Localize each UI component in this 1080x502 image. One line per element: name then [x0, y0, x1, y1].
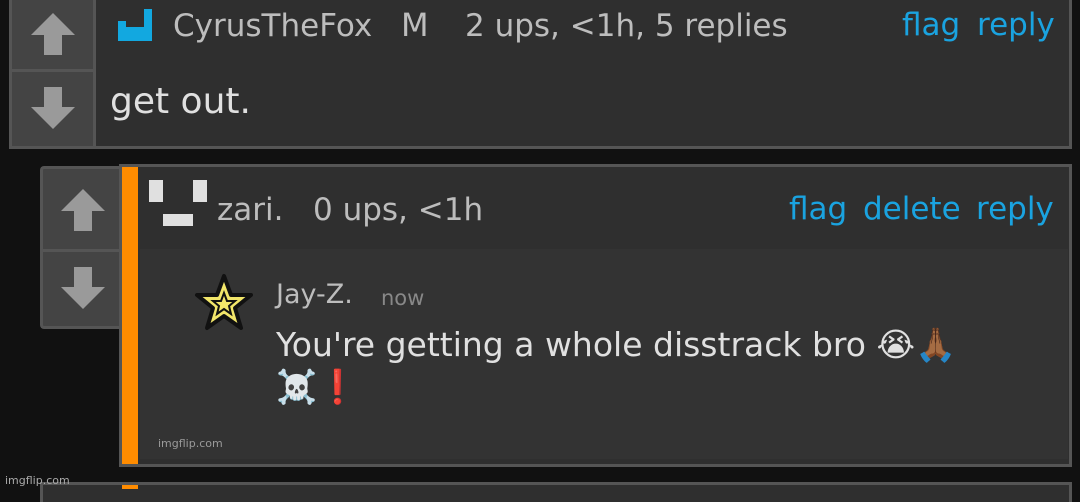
delete-link[interactable]: delete: [863, 191, 961, 227]
reply-link[interactable]: reply: [977, 7, 1055, 43]
comment-stats: 0 ups, <1h: [313, 192, 484, 228]
meme-time: now: [381, 286, 425, 310]
comment-text: get out.: [110, 81, 251, 122]
star-avatar-icon: [195, 274, 253, 330]
reply-card: zari. 0 ups, <1h flag delete reply Jay-Z…: [119, 164, 1072, 467]
vote-column: [40, 166, 122, 329]
image-credit: imgflip.com: [158, 437, 223, 450]
downvote-button[interactable]: [43, 252, 122, 326]
meme-text-line1: You're getting a whole disstrack bro 😭🙏🏾: [276, 325, 957, 364]
reply-accent-bar: [122, 167, 138, 464]
meme-name: Jay-Z.: [276, 279, 353, 310]
arrow-down-icon: [60, 267, 105, 309]
username[interactable]: CyrusTheFox: [173, 8, 372, 44]
upvote-button[interactable]: [43, 169, 122, 249]
user-avatar-icon[interactable]: [147, 178, 209, 228]
arrow-up-icon: [60, 189, 105, 231]
upvote-button[interactable]: [12, 0, 93, 69]
vote-column: [12, 0, 96, 146]
downvote-button[interactable]: [12, 72, 93, 146]
imgflip-watermark: imgflip.com: [5, 474, 70, 487]
arrow-down-icon: [30, 87, 75, 129]
comment-stats: 2 ups, <1h, 5 replies: [465, 8, 788, 44]
arrow-up-icon: [30, 13, 75, 55]
username[interactable]: zari.: [217, 192, 283, 228]
flag-link[interactable]: flag: [789, 191, 847, 227]
flag-link[interactable]: flag: [902, 7, 960, 43]
reply-link[interactable]: reply: [976, 191, 1054, 227]
mod-badge: M: [401, 6, 429, 44]
comment-image[interactable]: Jay-Z. now You're getting a whole disstr…: [140, 249, 1068, 459]
comment-card: CyrusTheFox M 2 ups, <1h, 5 replies flag…: [9, 0, 1072, 149]
meme-text-line2: ☠️❗: [276, 367, 359, 406]
next-reply-accent-bar: [122, 485, 138, 489]
user-avatar-icon[interactable]: [116, 7, 154, 45]
next-comment-card: [40, 482, 1072, 502]
